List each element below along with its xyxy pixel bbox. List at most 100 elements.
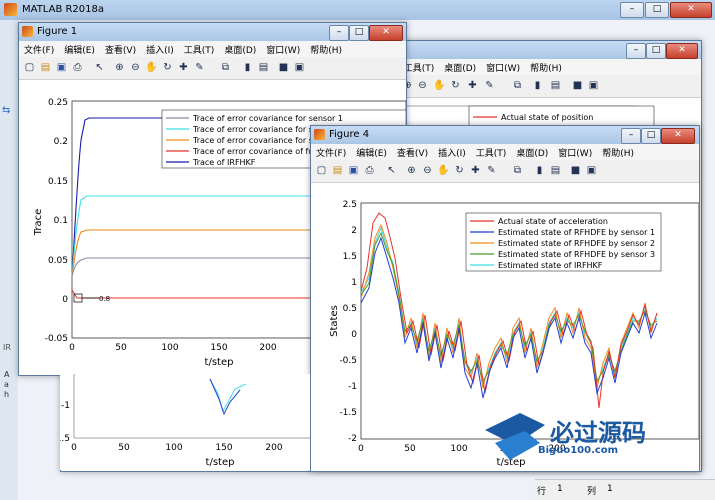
fig1-legend-entry: Trace of error covariance for se [192,136,318,145]
figure-4-minimize[interactable]: – [621,128,641,144]
colorbar-icon[interactable]: ▮ [533,164,546,177]
figure-back-close[interactable]: ✕ [666,43,698,59]
select-arrow-icon[interactable]: ↖ [385,164,398,177]
menu-view[interactable]: 查看(V) [100,41,141,58]
select-arrow-icon[interactable]: ↖ [93,61,106,74]
legend-icon[interactable]: ▤ [257,61,270,74]
save-icon[interactable]: ▣ [55,61,68,74]
data-cursor-icon[interactable]: ✚ [469,164,482,177]
rotate-icon[interactable]: ↻ [161,61,174,74]
fig4-xtick: 100 [450,444,467,454]
figure-1-close[interactable]: ✕ [369,25,403,41]
fig1-legend-entry: Trace of error covariance of fus [192,147,318,156]
data-cursor-icon[interactable]: ✚ [177,61,190,74]
fig1-xtick: 100 [161,343,178,353]
main-titlebar[interactable]: MATLAB R2018a – □ ✕ [0,0,715,20]
figure-1-titlebar[interactable]: Figure 1 – □ ✕ [19,23,406,41]
brush-icon[interactable]: ✎ [485,164,498,177]
zoom-in-icon[interactable]: ⊕ [405,164,418,177]
data-cursor-icon[interactable]: ✚ [466,79,479,92]
fig1-xtick: 50 [115,343,127,353]
fig1-xtick: 200 [259,343,276,353]
back-legend-entry: Actual state of position [501,113,593,122]
fig1-ytick: 0.2 [54,137,68,147]
menu-desktop[interactable]: 桌面(D) [511,144,553,161]
figure-4-titlebar[interactable]: Figure 4 – □ ✕ [311,126,699,144]
figure-1-title: Figure 1 [37,26,78,37]
back-xtick: 200 [265,443,282,453]
fig1-annot-text: 0.8 [99,295,110,303]
side-label-ir: IR [3,343,11,352]
menu-tools[interactable]: 工具(T) [471,144,512,161]
menu-edit[interactable]: 编辑(E) [351,144,392,161]
maximize-button[interactable]: □ [645,2,669,18]
new-file-icon[interactable]: ▢ [315,164,328,177]
link-icon[interactable]: ⧉ [219,61,232,74]
nav-arrow-icon[interactable]: ⇆ [2,105,14,117]
fig4-ytick: 2.5 [343,200,357,210]
brush-icon[interactable]: ✎ [483,79,496,92]
menu-file[interactable]: 文件(F) [311,144,351,161]
figure-back-minimize[interactable]: – [626,43,646,59]
pan-icon[interactable]: ✋ [437,164,450,177]
menu-desktop[interactable]: 桌面(D) [439,59,481,76]
menu-desktop[interactable]: 桌面(D) [219,41,261,58]
colorbar-icon[interactable]: ▮ [531,79,544,92]
show-plot-icon[interactable]: ▣ [585,164,598,177]
link-icon[interactable]: ⧉ [511,164,524,177]
rotate-icon[interactable]: ↻ [449,79,462,92]
pan-icon[interactable]: ✋ [433,79,446,92]
menu-window[interactable]: 窗口(W) [481,59,525,76]
menu-window[interactable]: 窗口(W) [261,41,305,58]
hide-plot-icon[interactable]: ■ [571,79,584,92]
menu-file[interactable]: 文件(F) [19,41,59,58]
close-button[interactable]: ✕ [670,2,712,18]
row-value: 1 [557,484,563,494]
menu-help[interactable]: 帮助(H) [597,144,639,161]
menu-insert[interactable]: 插入(I) [433,144,471,161]
zoom-out-icon[interactable]: ⊖ [416,79,429,92]
fig1-legend-entry: Trace of error covariance for sensor 1 [192,114,343,123]
fig4-ytick: 1.5 [343,252,357,262]
figure-back-maximize[interactable]: □ [646,43,666,59]
figure-1-maximize[interactable]: □ [349,25,369,41]
zoom-out-icon[interactable]: ⊖ [129,61,142,74]
show-plot-icon[interactable]: ▣ [587,79,600,92]
minimize-button[interactable]: – [620,2,644,18]
fig1-ytick: 0 [62,295,68,305]
print-icon[interactable]: ⎙ [363,164,376,177]
hide-plot-icon[interactable]: ■ [277,61,290,74]
rotate-icon[interactable]: ↻ [453,164,466,177]
legend-icon[interactable]: ▤ [549,164,562,177]
colorbar-icon[interactable]: ▮ [241,61,254,74]
open-folder-icon[interactable]: ▤ [331,164,344,177]
zoom-out-icon[interactable]: ⊖ [421,164,434,177]
figure-4-close[interactable]: ✕ [661,128,695,144]
figure-4-maximize[interactable]: □ [641,128,661,144]
menu-insert[interactable]: 插入(I) [141,41,179,58]
watermark-url: Biguo100.com [538,445,619,456]
show-plot-icon[interactable]: ▣ [293,61,306,74]
menu-help[interactable]: 帮助(H) [305,41,347,58]
menu-help[interactable]: 帮助(H) [525,59,567,76]
fig1-xtick: 150 [210,343,227,353]
new-file-icon[interactable]: ▢ [23,61,36,74]
print-icon[interactable]: ⎙ [71,61,84,74]
open-folder-icon[interactable]: ▤ [39,61,52,74]
hide-plot-icon[interactable]: ■ [569,164,582,177]
menu-edit[interactable]: 编辑(E) [59,41,100,58]
zoom-in-icon[interactable]: ⊕ [113,61,126,74]
menu-window[interactable]: 窗口(W) [553,144,597,161]
fig4-xtick: 50 [404,444,416,454]
link-icon[interactable]: ⧉ [511,79,524,92]
menu-tools[interactable]: 工具(T) [179,41,220,58]
brush-icon[interactable]: ✎ [193,61,206,74]
pan-icon[interactable]: ✋ [145,61,158,74]
watermark-shield-icon [485,413,545,460]
legend-icon[interactable]: ▤ [549,79,562,92]
figure-4-title: Figure 4 [329,129,370,140]
menu-view[interactable]: 查看(V) [392,144,433,161]
figure-1-minimize[interactable]: – [329,25,349,41]
save-icon[interactable]: ▣ [347,164,360,177]
back-ytick: -1.5 [60,434,70,444]
